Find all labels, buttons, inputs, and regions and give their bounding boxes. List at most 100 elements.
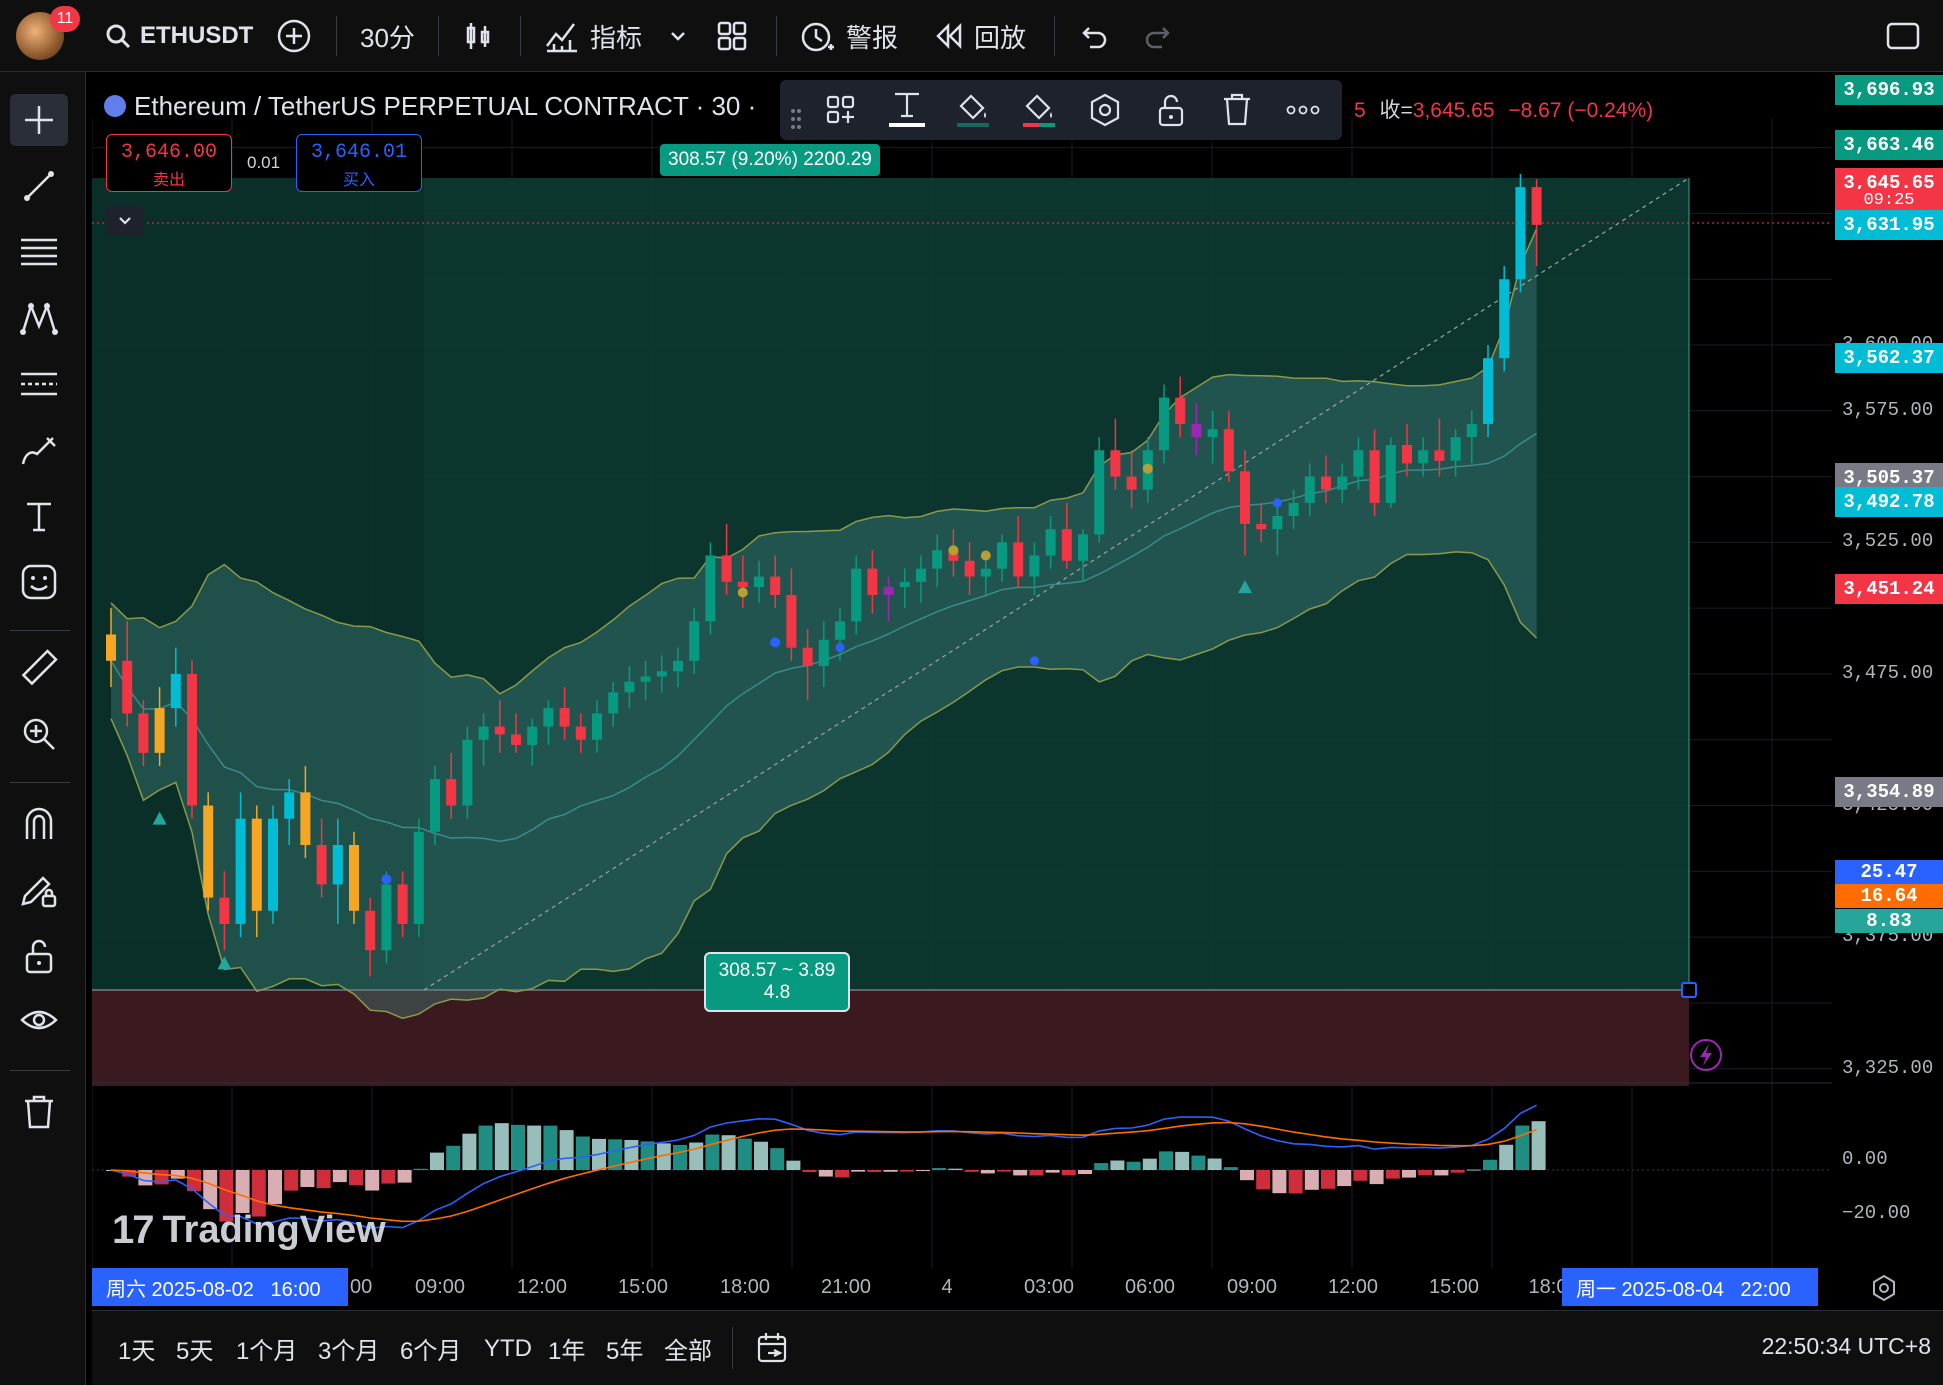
macd-histogram-bar [1385,1170,1400,1179]
trash-icon [25,1095,53,1129]
candle [1353,450,1364,477]
fullscreen-button[interactable] [1886,0,1920,72]
price-axis-label: 3,663.46 [1835,130,1943,160]
unlock-icon [1158,94,1184,127]
macd-histogram-bar [332,1170,347,1183]
price-axis-label: 3,696.93 [1835,75,1943,105]
candle [851,568,862,622]
macd-histogram-bar [1434,1170,1449,1176]
tradingview-watermark: 17 TradingView [112,1208,386,1252]
signal-dot [835,643,845,653]
range-button[interactable]: YTD [484,1311,532,1385]
price-axis[interactable]: 3,675.003,650.003,600.003,575.003,550.00… [1832,75,1943,1273]
candle [1191,423,1202,438]
candle [397,884,408,924]
macd-histogram-bar [381,1170,396,1184]
macd-histogram-bar [1466,1169,1481,1171]
chart-pane[interactable]: Ethereum / TetherUS PERPETUAL CONTRACT ·… [92,75,1943,1273]
replay-button[interactable]: 回放 [934,0,1026,72]
hexagon-settings-icon [1090,93,1120,127]
macd-histogram-bar [1094,1163,1109,1170]
layouts-button[interactable] [716,0,748,72]
range-button[interactable]: 5天 [176,1311,213,1385]
macd-histogram-bar [1418,1170,1433,1176]
macd-histogram-bar [1304,1170,1319,1190]
lock-all-tool[interactable] [10,930,68,982]
price-chart[interactable] [92,78,1943,1273]
macd-histogram-bar [802,1170,817,1173]
macd-histogram-bar [511,1124,525,1170]
brush-tool[interactable] [10,424,68,476]
range-button[interactable]: 3个月 [318,1311,379,1385]
delete-drawing-button[interactable] [1210,83,1264,137]
templates-button[interactable] [814,83,868,137]
remove-drawings-tool[interactable] [10,1086,68,1138]
drawing-floating-toolbar [780,80,1342,140]
more-options-button[interactable] [1276,83,1330,137]
macd-histogram-bar [1159,1151,1173,1170]
range-button[interactable]: 1个月 [236,1311,297,1385]
text-color-button[interactable] [880,83,934,137]
undo-button[interactable] [1078,0,1108,72]
range-button[interactable]: 1天 [118,1311,155,1385]
redo-icon [1145,27,1170,49]
macd-histogram-bar [980,1170,995,1174]
symbol-title[interactable]: Ethereum / TetherUS PERPETUAL CONTRACT ·… [134,91,756,122]
candle [802,647,813,667]
indicators-button[interactable]: 指标 [544,0,642,72]
lightning-icon[interactable] [1690,1039,1722,1071]
ruler-tool[interactable] [10,642,68,694]
alert-button[interactable]: 警报 [798,0,898,72]
chart-type-button[interactable] [462,0,494,72]
redo-button[interactable] [1144,0,1174,72]
lock-drawing-button[interactable] [1144,83,1198,137]
rewind-icon [936,22,962,50]
fib-tool[interactable] [10,226,68,278]
collapse-legend-button[interactable] [106,206,144,236]
time-axis-settings-button[interactable] [1870,1274,1898,1307]
text-color-icon [889,92,925,127]
hide-drawings-tool[interactable] [10,996,68,1048]
top-toolbar: 11 ETHUSDT 30分 指标 警报 回放 [0,0,1943,72]
more-dots-icon [1286,105,1320,115]
forecast-tool[interactable] [10,358,68,410]
price-axis-tick: 3,475.00 [1842,661,1934,684]
macd-histogram-bar [1499,1144,1514,1170]
indicators-dropdown[interactable] [668,0,688,72]
trend-line-tool[interactable] [10,160,68,212]
undo-icon [1082,27,1107,49]
macd-histogram-bar [1223,1167,1238,1170]
measure-end-handle[interactable] [1681,982,1697,998]
drag-handle[interactable] [782,92,810,146]
range-button[interactable]: 1年 [548,1311,585,1385]
line-color-button[interactable] [946,83,1000,137]
settings-button[interactable] [1078,83,1132,137]
projection-icon [21,372,57,396]
candle [835,621,845,640]
zoom-tool[interactable] [10,708,68,760]
candle [640,676,651,682]
compare-symbol-button[interactable] [276,0,312,72]
crosshair-tool[interactable] [10,94,68,146]
sell-button[interactable]: 3,646.00 卖出 [106,134,232,192]
time-axis[interactable]: 00 09:00 12:00 15:00 18:00 21:00 4 03:00 06:00 0… [92,1268,1943,1310]
fill-color-button[interactable] [1012,83,1066,137]
emoji-tool[interactable] [10,556,68,608]
lock-drawing-mode-tool[interactable] [10,864,68,916]
buy-button[interactable]: 3,646.01 买入 [296,134,422,192]
goto-date-button[interactable] [756,1331,792,1372]
range-button[interactable]: 全部 [664,1311,712,1385]
candle [997,542,1007,569]
magnet-tool[interactable] [10,798,68,850]
text-tool[interactable] [10,490,68,542]
interval-button[interactable]: 30分 [360,0,415,72]
pattern-tool[interactable] [10,292,68,344]
templates-icon [826,95,855,124]
macd-histogram-bar [1110,1160,1125,1170]
symbol-search[interactable]: ETHUSDT [104,0,253,72]
clock[interactable]: 22:50:34 UTC+8 [1762,1333,1931,1360]
candle [543,708,554,727]
range-button[interactable]: 5年 [606,1311,643,1385]
candle [462,739,473,806]
range-button[interactable]: 6个月 [400,1311,461,1385]
